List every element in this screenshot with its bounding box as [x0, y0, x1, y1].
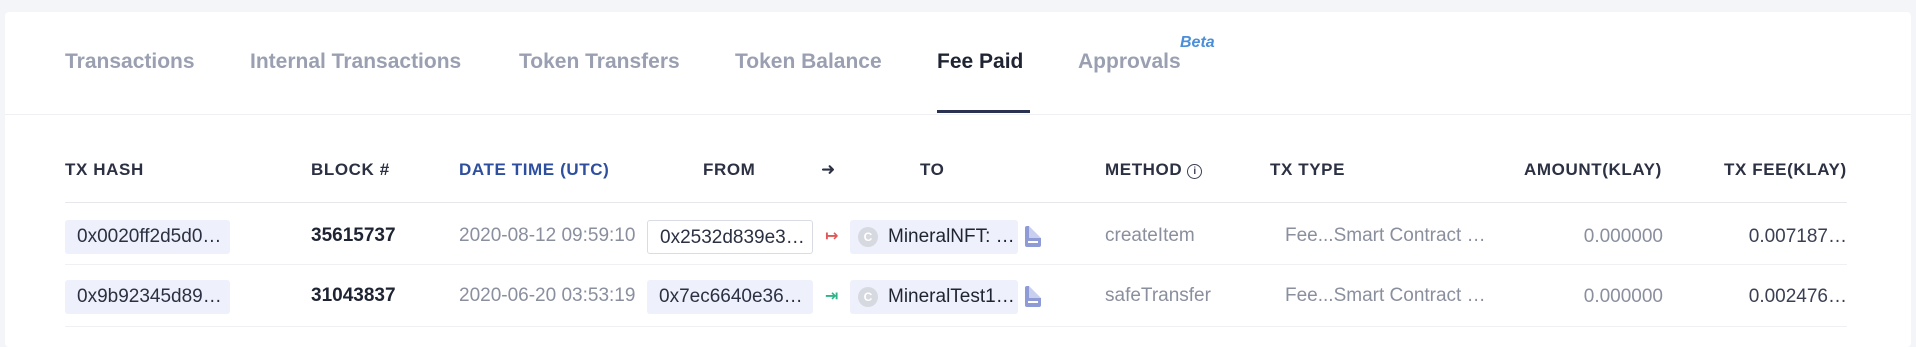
block-number-link[interactable]: 31043837 — [311, 285, 396, 307]
tab-internal-transactions[interactable]: Internal Transactions — [250, 50, 461, 74]
header-amount: AMOUNT(KLAY) — [1524, 160, 1662, 179]
from-address-link[interactable]: 0x7ec6640e36… — [647, 280, 813, 314]
account-tabs-card: Transactions Internal Transactions Token… — [5, 12, 1911, 347]
tab-bar: Transactions Internal Transactions Token… — [5, 12, 1911, 115]
tx-fee-value: 0.002476… — [1748, 286, 1847, 307]
document-icon[interactable] — [1025, 286, 1041, 307]
header-tx-hash: TX HASH — [65, 160, 144, 179]
method-name: createItem — [1105, 225, 1195, 246]
header-direction-arrow: ➜ — [821, 160, 836, 179]
date-time: 2020-08-12 09:59:10 — [459, 225, 636, 246]
amount-value: 0.000000 — [1583, 226, 1663, 247]
contract-icon: C — [858, 287, 878, 307]
block-number-link[interactable]: 35615737 — [311, 225, 396, 247]
header-to: TO — [920, 160, 945, 179]
tx-fee-value: 0.007187… — [1748, 226, 1847, 247]
to-address-label: MineralTest1… — [888, 286, 1015, 307]
amount-value: 0.000000 — [1583, 286, 1663, 307]
tx-type: Fee...Smart Contract … — [1285, 225, 1486, 246]
from-address-link[interactable]: 0x2532d839e3… — [647, 220, 813, 254]
row-divider — [65, 264, 1847, 265]
tab-transactions[interactable]: Transactions — [65, 50, 195, 74]
header-tx-fee: TX FEE(KLAY) — [1724, 160, 1847, 179]
tab-token-transfers[interactable]: Token Transfers — [519, 50, 680, 74]
method-name: safeTransfer — [1105, 285, 1211, 306]
header-tx-type: TX TYPE — [1270, 160, 1346, 179]
to-address-link[interactable]: C MineralNFT: … — [850, 220, 1018, 254]
incoming-arrow-icon: ⇥ — [825, 288, 839, 305]
beta-badge: Beta — [1180, 34, 1215, 51]
contract-icon: C — [858, 227, 878, 247]
header-date-time[interactable]: DATE TIME (UTC) — [459, 160, 609, 180]
header-divider — [65, 202, 1847, 203]
to-address-label: MineralNFT: … — [888, 226, 1015, 247]
tx-hash-link[interactable]: 0x9b92345d89… — [65, 280, 230, 314]
row-divider — [65, 326, 1847, 327]
info-icon[interactable]: i — [1187, 164, 1203, 179]
tx-type: Fee...Smart Contract … — [1285, 285, 1486, 306]
active-tab-indicator — [937, 110, 1030, 113]
header-method: METHOD i — [1105, 160, 1203, 180]
date-time: 2020-06-20 03:53:19 — [459, 285, 636, 306]
tab-approvals[interactable]: Approvals — [1078, 50, 1181, 74]
outgoing-arrow-icon: ↦ — [825, 228, 839, 245]
document-icon[interactable] — [1025, 226, 1041, 247]
tab-token-balance[interactable]: Token Balance — [735, 50, 882, 74]
tx-hash-link[interactable]: 0x0020ff2d5d0… — [65, 220, 230, 254]
to-address-link[interactable]: C MineralTest1… — [850, 280, 1018, 314]
header-method-label: METHOD — [1105, 160, 1183, 179]
tab-fee-paid[interactable]: Fee Paid — [937, 50, 1023, 74]
header-from: FROM — [703, 160, 756, 179]
header-block: BLOCK # — [311, 160, 390, 179]
